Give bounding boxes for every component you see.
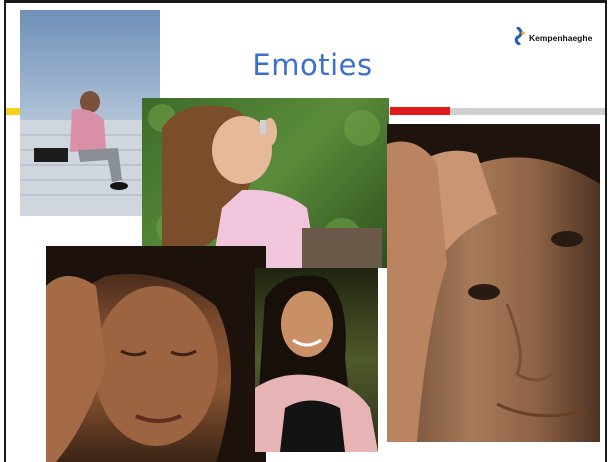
photo-woman-eyes-closed [46, 246, 266, 462]
frame-right [605, 0, 607, 462]
kempenhaeghe-logo-icon [514, 26, 526, 49]
frame-top [4, 0, 607, 3]
slide-title: Emoties [252, 48, 373, 82]
header-stripe-red [390, 107, 450, 115]
logo: Kempenhaeghe [514, 26, 593, 49]
photo-man-holding-forehead [387, 124, 600, 442]
photo-girl-on-phone [142, 98, 389, 268]
slide: Emoties Kempenhaeghe [0, 0, 611, 462]
photo-smiling-woman [255, 268, 378, 452]
frame-left [4, 0, 6, 462]
photo-man-on-steps [20, 10, 160, 216]
logo-text: Kempenhaeghe [529, 33, 593, 43]
header-stripe-yellow [6, 108, 20, 115]
